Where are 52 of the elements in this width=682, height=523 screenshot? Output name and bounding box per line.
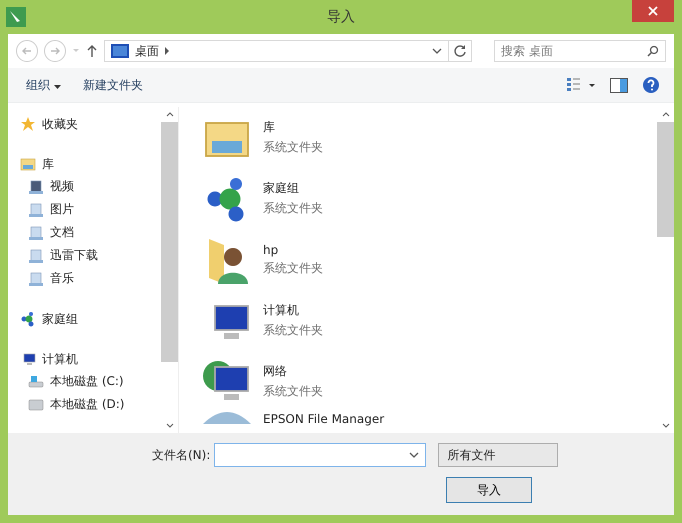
close-button[interactable] [632, 0, 674, 22]
nav-item[interactable]: 音乐 [20, 267, 161, 290]
file-name-label: 文件名(N): [152, 446, 210, 464]
forward-arrow-icon [49, 45, 61, 57]
dropdown-icon[interactable] [432, 47, 442, 55]
caret-icon [54, 84, 61, 88]
file-name-field[interactable] [214, 443, 426, 467]
nav-item[interactable]: 图片 [20, 198, 161, 221]
view-options-icon[interactable] [566, 77, 596, 93]
search-field[interactable]: 搜索 桌面 [494, 40, 666, 62]
nav-item[interactable]: 视频 [20, 175, 161, 198]
folder-icon [20, 156, 36, 172]
search-icon[interactable] [647, 45, 659, 57]
refresh-icon [453, 44, 467, 58]
app-icon [6, 7, 26, 27]
window-title: 导入 [326, 8, 356, 26]
nav-item[interactable]: 本地磁盘 (C:) [20, 370, 161, 393]
desktop-icon [111, 44, 129, 58]
nav-item[interactable]: 计算机 [20, 348, 161, 370]
address-field[interactable]: 桌面 [104, 40, 449, 62]
file-type-dropdown[interactable]: 所有文件 [438, 443, 558, 467]
star-icon [20, 116, 36, 132]
nav-item[interactable]: 文档 [20, 221, 161, 244]
chevron-down-icon[interactable] [662, 423, 670, 428]
dropdown-icon[interactable] [409, 451, 420, 459]
drive-icon [28, 396, 44, 412]
organize-button[interactable]: 组织 [22, 74, 65, 96]
back-arrow-icon [21, 45, 33, 57]
help-icon[interactable] [642, 76, 660, 94]
nav-item[interactable]: 家庭组 [20, 308, 161, 330]
close-icon [648, 6, 658, 16]
folder-item[interactable]: 网络 系统文件夹 [201, 351, 657, 412]
import-button[interactable]: 导入 [446, 477, 532, 503]
nav-item[interactable]: 收藏夹 [20, 113, 161, 135]
folder-item[interactable]: 家庭组 系统文件夹 [201, 168, 657, 229]
homegroup-icon [20, 311, 36, 327]
nav-item[interactable]: 迅雷下载 [20, 244, 161, 267]
chevron-down-icon[interactable] [166, 423, 174, 428]
folder-item[interactable]: 计算机 系统文件夹 [201, 290, 657, 351]
new-folder-button[interactable]: 新建文件夹 [78, 74, 147, 96]
drive-icon [28, 374, 44, 390]
chevron-up-icon[interactable] [662, 112, 670, 117]
folder-item[interactable]: EPSON File Manager [201, 412, 657, 433]
folder-item[interactable]: 库 系统文件夹 [201, 107, 657, 168]
preview-pane-icon[interactable] [610, 78, 628, 92]
chevron-up-icon[interactable] [166, 112, 174, 117]
nav-item[interactable]: 本地磁盘 (D:) [20, 393, 161, 416]
chevron-right-icon[interactable] [165, 47, 169, 55]
up-arrow-icon[interactable] [86, 44, 98, 58]
folder-item[interactable]: hp 系统文件夹 [201, 229, 657, 290]
refresh-button[interactable] [448, 40, 472, 62]
nav-item[interactable]: 库 [20, 153, 161, 175]
